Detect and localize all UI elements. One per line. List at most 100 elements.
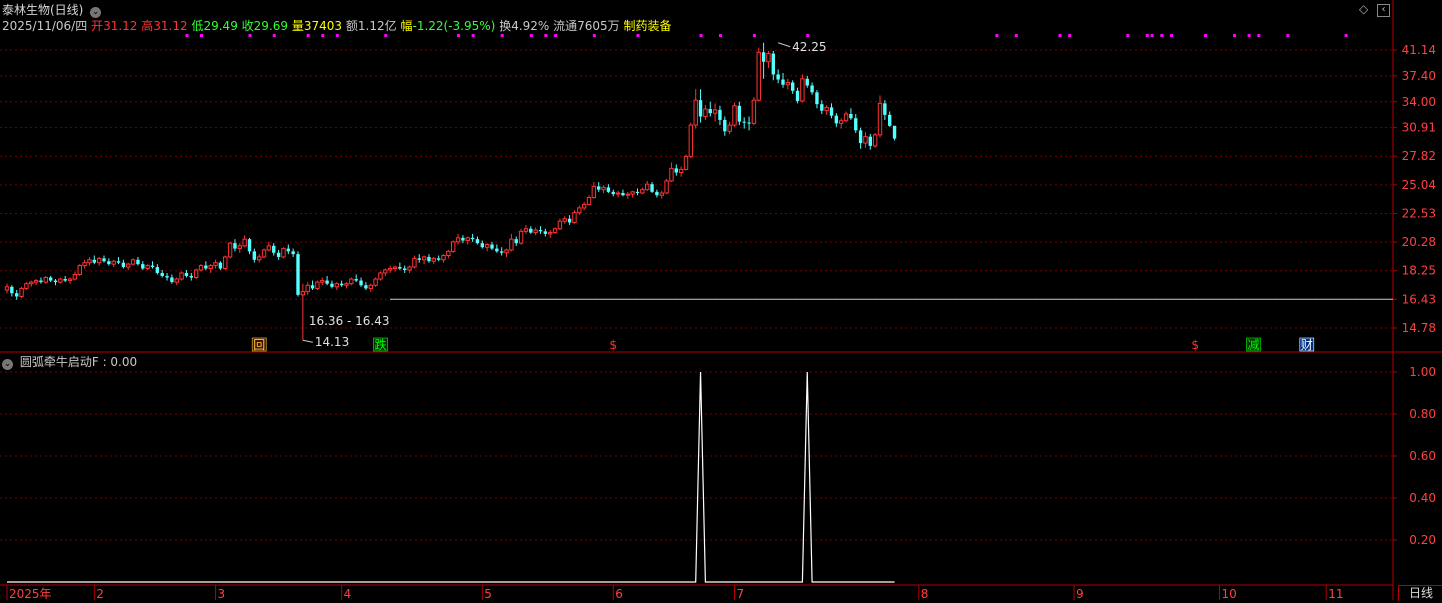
candle-body-up[interactable] xyxy=(664,180,669,194)
candle-body-up[interactable] xyxy=(237,245,243,250)
candle-body-down[interactable] xyxy=(272,245,276,253)
candle-body-down[interactable] xyxy=(892,125,897,139)
candle-body-up[interactable] xyxy=(261,249,267,258)
candle-body-down[interactable] xyxy=(48,277,53,281)
candle-body-up[interactable] xyxy=(645,183,650,191)
candle-body-up[interactable] xyxy=(344,283,349,286)
candle-body-down[interactable] xyxy=(810,85,814,93)
candle-body-down[interactable] xyxy=(107,261,111,265)
candle-body-up[interactable] xyxy=(193,269,199,279)
candle-body-down[interactable] xyxy=(296,254,300,295)
candle-body-up[interactable] xyxy=(33,280,39,283)
candle-body-down[interactable] xyxy=(398,267,402,269)
candle-body-down[interactable] xyxy=(218,262,223,269)
candle-body-up[interactable] xyxy=(441,255,446,261)
candle-body-up[interactable] xyxy=(130,259,136,265)
candle-body-down[interactable] xyxy=(102,258,106,262)
candle-body-up[interactable] xyxy=(683,155,689,170)
candle-body-up[interactable] xyxy=(824,106,829,112)
candle-body-up[interactable] xyxy=(727,124,732,132)
candle-body-up[interactable] xyxy=(24,283,29,289)
candle-body-up[interactable] xyxy=(586,196,592,205)
candle-body-down[interactable] xyxy=(189,275,193,278)
candle-body-up[interactable] xyxy=(863,136,868,144)
candle-body-up[interactable] xyxy=(67,278,73,282)
candle-body-up[interactable] xyxy=(732,105,737,126)
candle-body-up[interactable] xyxy=(557,220,563,230)
candle-body-down[interactable] xyxy=(475,239,480,244)
candle-body-down[interactable] xyxy=(364,285,368,289)
candle-body-up[interactable] xyxy=(659,192,664,196)
candle-body-up[interactable] xyxy=(451,241,456,252)
candle-body-up[interactable] xyxy=(82,262,87,267)
candle-body-down[interactable] xyxy=(718,109,722,120)
candle-body-up[interactable] xyxy=(174,278,179,283)
candle-body-up[interactable] xyxy=(387,268,393,271)
candle-body-up[interactable] xyxy=(581,203,587,209)
candle-body-up[interactable] xyxy=(800,78,805,102)
candle-body-up[interactable] xyxy=(58,278,63,283)
candle-body-up[interactable] xyxy=(96,257,102,264)
candle-body-up[interactable] xyxy=(392,266,398,270)
candle-body-up[interactable] xyxy=(223,256,228,270)
candle-body-down[interactable] xyxy=(325,280,329,284)
candle-body-up[interactable] xyxy=(378,272,383,280)
candle-body-up[interactable] xyxy=(257,256,262,261)
candle-body-down[interactable] xyxy=(883,103,887,115)
candle-body-down[interactable] xyxy=(567,218,572,223)
candle-body-down[interactable] xyxy=(849,114,853,119)
candle-body-down[interactable] xyxy=(53,280,58,283)
candle-body-up[interactable] xyxy=(591,185,597,198)
candle-body-up[interactable] xyxy=(29,281,34,285)
candle-body-down[interactable] xyxy=(170,277,174,283)
candle-body-down[interactable] xyxy=(621,192,625,196)
candle-body-up[interactable] xyxy=(19,287,24,297)
candle-body-up[interactable] xyxy=(548,232,553,235)
candle-body-down[interactable] xyxy=(495,248,499,252)
candle-body-down[interactable] xyxy=(597,186,601,190)
candle-body-down[interactable] xyxy=(854,118,858,131)
candle-body-up[interactable] xyxy=(431,257,437,262)
candle-body-down[interactable] xyxy=(611,191,615,195)
candle-body-up[interactable] xyxy=(407,266,412,271)
candle-body-down[interactable] xyxy=(500,251,504,253)
candle-body-down[interactable] xyxy=(747,122,751,124)
candle-body-up[interactable] xyxy=(305,284,310,293)
candle-body-up[interactable] xyxy=(523,228,529,232)
candle-body-up[interactable] xyxy=(227,242,233,258)
candle-body-down[interactable] xyxy=(116,261,121,263)
candle-body-down[interactable] xyxy=(10,286,14,294)
candle-body-down[interactable] xyxy=(529,228,533,233)
candle-body-up[interactable] xyxy=(373,278,378,286)
candle-body-up[interactable] xyxy=(383,269,388,274)
candle-body-up[interactable] xyxy=(577,207,582,214)
candle-body-down[interactable] xyxy=(888,114,892,126)
candle-body-up[interactable] xyxy=(111,260,116,265)
candle-body-up[interactable] xyxy=(766,53,771,63)
candle-body-down[interactable] xyxy=(655,191,659,196)
candle-body-up[interactable] xyxy=(504,249,509,254)
candle-body-up[interactable] xyxy=(630,191,635,195)
candle-body-up[interactable] xyxy=(484,244,490,248)
candle-body-up[interactable] xyxy=(43,277,48,283)
candle-body-down[interactable] xyxy=(543,231,548,234)
candle-body-up[interactable] xyxy=(625,193,630,196)
candle-body-up[interactable] xyxy=(785,81,791,86)
candle-body-up[interactable] xyxy=(693,99,698,126)
candle-body-down[interactable] xyxy=(92,259,96,263)
candle-body-up[interactable] xyxy=(349,278,354,285)
candle-body-up[interactable] xyxy=(242,238,247,247)
candle-body-down[interactable] xyxy=(252,251,257,260)
candle-body-down[interactable] xyxy=(39,280,43,283)
candle-body-down[interactable] xyxy=(155,267,160,273)
candle-body-down[interactable] xyxy=(15,293,19,297)
candle-body-down[interactable] xyxy=(291,251,295,255)
candle-body-up[interactable] xyxy=(688,124,694,157)
candle-body-down[interactable] xyxy=(480,243,484,248)
candle-body-up[interactable] xyxy=(72,273,78,280)
candle-body-up[interactable] xyxy=(562,218,567,222)
candle-body-up[interactable] xyxy=(320,280,325,283)
candle-body-up[interactable] xyxy=(300,291,306,296)
candle-body-up[interactable] xyxy=(756,51,761,101)
candle-body-down[interactable] xyxy=(771,53,775,75)
